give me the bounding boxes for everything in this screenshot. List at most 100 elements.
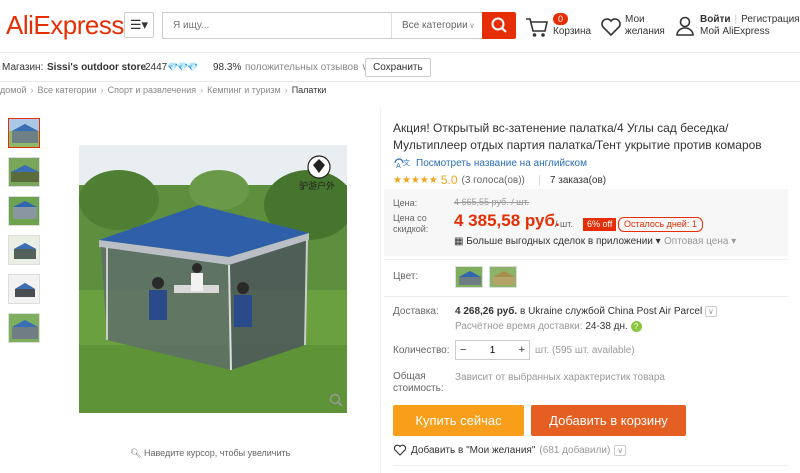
cart-count-badge: 0 <box>553 13 569 25</box>
product-main-image[interactable]: 驴游户外 <box>79 145 347 413</box>
breadcrumb-separator: › <box>200 85 204 95</box>
zoom-button[interactable] <box>328 392 344 408</box>
shipping-info[interactable]: 4 268,26 руб. в Ukraine службой China Po… <box>455 306 717 317</box>
magnifier-icon: 🔍︎ <box>130 448 142 458</box>
positive-percent: 98.3% <box>213 62 242 73</box>
total-label-line2: стоимость: <box>393 383 444 394</box>
help-icon[interactable]: ? <box>630 321 642 332</box>
thumbnail-1[interactable] <box>8 118 40 148</box>
hamburger-icon: ☰▾ <box>129 17 149 32</box>
quantity-label: Количество: <box>393 345 450 356</box>
chevron-down-icon: ∨ <box>704 306 717 317</box>
product-title: Акция! Открытый вс-затенение палатка/4 У… <box>393 121 762 152</box>
shipping-label: Доставка: <box>393 306 439 317</box>
discount-price: 4 385,58 руб. <box>454 211 560 230</box>
cart-link[interactable]: 0 Корзина <box>525 13 595 43</box>
thumbnail-4[interactable] <box>8 235 40 265</box>
delivery-time-label: Расчётное время доставки: <box>455 321 583 332</box>
translate-icon: A 文 <box>394 158 410 169</box>
register-link[interactable]: Регистрация <box>741 14 799 25</box>
zoom-hint-text: Наведите курсор, чтобы увеличить <box>143 448 291 458</box>
quantity-input[interactable] <box>477 344 508 356</box>
store-name-link[interactable]: Sissi's outdoor store <box>47 62 146 73</box>
quantity-stepper: − + <box>455 340 530 360</box>
wishlist-link[interactable]: Мои желания <box>600 13 670 43</box>
color-options <box>455 266 517 288</box>
color-option-2[interactable] <box>489 266 517 288</box>
positive-feedback-link[interactable]: положительных отзывов ∨ <box>245 62 369 73</box>
user-icon <box>676 16 694 36</box>
store-label: Магазин: <box>2 62 44 73</box>
cart-icon <box>526 18 548 37</box>
thumbnail-5[interactable] <box>8 274 40 304</box>
add-to-wishlist-link[interactable]: Добавить в "Мои желания" (681 добавили) … <box>393 444 627 456</box>
thumbnail-3[interactable] <box>8 196 40 226</box>
search-icon <box>491 17 507 33</box>
heart-icon <box>601 18 621 37</box>
header: AliExpress ☰▾ Все категории ∨ 0 Корзина … <box>0 0 800 52</box>
divider <box>380 108 381 473</box>
divider <box>393 465 788 466</box>
discount-label-line2: скидкой: <box>393 224 429 234</box>
wholesale-price-link[interactable]: Оптовая цена ▾ <box>664 236 736 247</box>
wishlist-label-2: желания <box>625 26 665 37</box>
wholesale-text: Оптовая цена <box>664 236 729 247</box>
breadcrumb-all-categories[interactable]: Все категории <box>37 85 96 95</box>
qr-code-icon: ▦ <box>454 236 464 247</box>
heart-plus-icon <box>393 444 407 456</box>
search-button[interactable] <box>482 12 516 39</box>
days-left-badge: Осталось дней: 1 <box>618 217 703 232</box>
save-store-button[interactable]: Сохранить <box>365 58 431 77</box>
search-category-label: Все категории <box>402 20 468 31</box>
delivery-time: Расчётное время доставки: 24-38 дн. ? <box>455 321 642 332</box>
store-score: 2447 <box>145 62 168 73</box>
delivery-time-value: 24-38 дн. <box>585 321 628 332</box>
rating-value: 5.0 <box>440 173 458 187</box>
brand-logo-text: 驴游户外 <box>299 180 335 192</box>
breadcrumb-separator: › <box>100 85 104 95</box>
app-deals-link[interactable]: ▦ Больше выгодных сделок в приложении ▾ <box>454 236 661 247</box>
votes-link[interactable]: (3 голоса(ов)) <box>462 175 525 186</box>
thumbnail-list <box>8 118 42 352</box>
discount-badge: 6% off <box>583 218 617 231</box>
add-to-cart-button[interactable]: Добавить в корзину <box>531 405 686 436</box>
color-label: Цвет: <box>393 271 419 282</box>
chevron-down-icon: ▾ <box>731 236 737 247</box>
price-box: Цена: 4 665,55 руб. / шт. Цена со скидкой… <box>384 189 788 256</box>
magnifier-icon <box>329 393 343 407</box>
svg-text:A: A <box>396 162 401 169</box>
color-option-1[interactable] <box>455 266 483 288</box>
divider <box>384 259 788 260</box>
app-deals-text: Больше выгодных сделок в приложении <box>466 236 653 247</box>
shipping-price: 4 268,26 руб. <box>455 306 518 317</box>
quantity-minus-button[interactable]: − <box>460 344 466 356</box>
english-title-link[interactable]: A 文 Посмотреть название на английском <box>393 157 793 169</box>
thumbnail-2[interactable] <box>8 157 40 187</box>
breadcrumb-separator: › <box>30 85 34 95</box>
price-label: Цена: <box>393 198 418 208</box>
search-bar: Все категории ∨ <box>162 12 516 39</box>
quantity-plus-button[interactable]: + <box>519 344 525 356</box>
wishlist-count: (681 добавили) <box>539 444 611 456</box>
aliexpress-logo[interactable]: AliExpress <box>6 10 124 41</box>
breadcrumb-home[interactable]: домой <box>0 85 26 95</box>
search-category-select[interactable]: Все категории ∨ <box>391 13 483 38</box>
thumbnail-6[interactable] <box>8 313 40 343</box>
categories-menu-button[interactable]: ☰▾ <box>124 12 154 38</box>
breadcrumb-camping[interactable]: Кемпинг и туризм <box>207 85 281 95</box>
my-aliexpress-link[interactable]: Мой AliExpress <box>700 26 770 37</box>
breadcrumb-tents[interactable]: Палатки <box>292 85 327 95</box>
login-link[interactable]: Войти <box>700 14 731 25</box>
available-quantity: шт. (595 шт. available) <box>535 345 635 356</box>
product-detail: Акция! Открытый вс-затенение палатка/4 У… <box>393 120 793 187</box>
buy-now-button[interactable]: Купить сейчас <box>393 405 524 436</box>
chevron-down-icon[interactable]: ∨ <box>614 444 627 456</box>
orders-count: 7 заказа(ов) <box>538 174 606 186</box>
account-area: Войти | Регистрация Мой AliExpress <box>675 13 800 43</box>
price-unit: / шт. <box>555 219 573 229</box>
search-input[interactable] <box>163 13 390 38</box>
star-rating-icon: ★★★★★ <box>393 174 438 186</box>
breadcrumb-sport[interactable]: Спорт и развлечения <box>108 85 196 95</box>
total-label: Общая стоимость: <box>393 371 444 395</box>
english-title-text: Посмотреть название на английском <box>416 157 587 169</box>
